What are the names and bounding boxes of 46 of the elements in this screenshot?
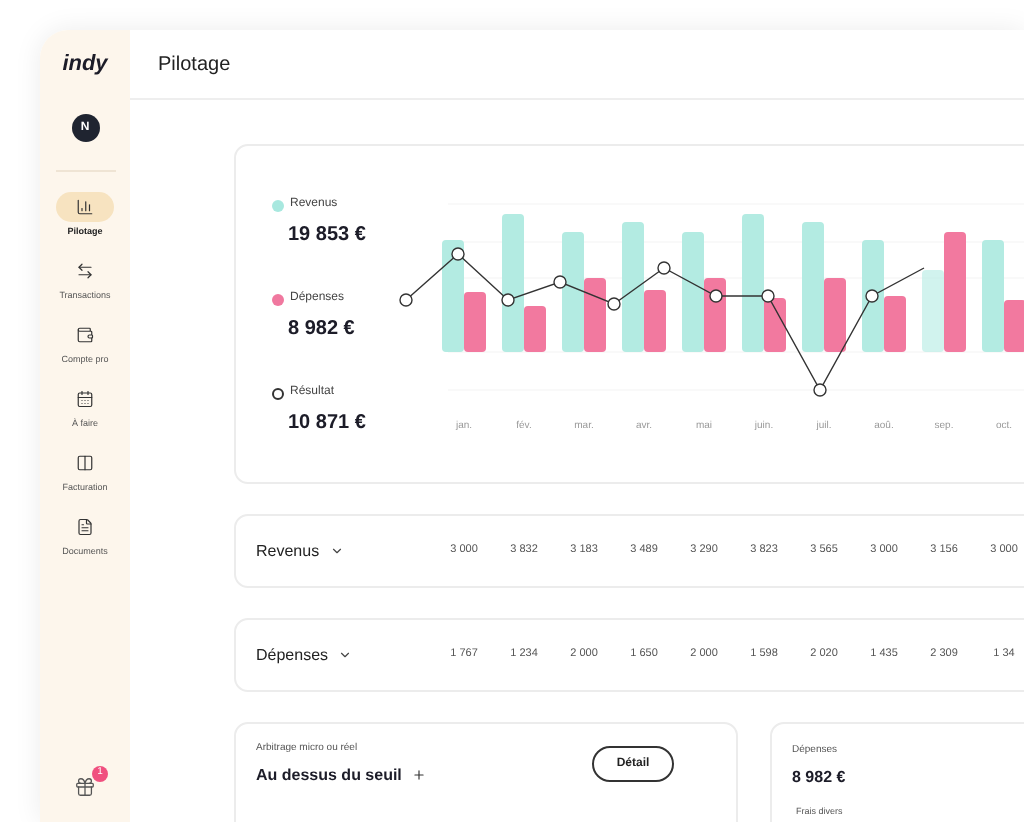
expense-bar [704,278,726,352]
nav-icon [76,262,94,280]
legend-value: 19 853 € [288,222,368,250]
expense-bar [644,290,666,352]
row-label: Dépenses [256,643,329,667]
nav-icon [76,390,94,408]
result-point [761,289,775,303]
expense-bar [1004,300,1024,352]
expense-bar [584,278,606,352]
result-point [865,289,879,303]
expense-bar [944,232,966,352]
revenue-bar [862,240,884,352]
chevron-down-icon[interactable] [329,544,344,558]
chevron-down-icon[interactable] [338,648,353,662]
nav-icon [76,454,94,472]
revenue-bar [982,240,1004,352]
expense-bar [524,306,546,352]
gift-icon[interactable] [74,776,96,798]
revenue-bar [922,270,944,352]
legend-value: 8 982 € [288,316,357,344]
nav-icon [76,326,94,344]
revenue-bar [802,222,824,352]
expense-bar [884,296,906,352]
page-title: Pilotage [158,51,231,79]
revenue-bar [622,222,644,352]
revenue-bar [442,240,464,352]
plus-icon[interactable] [411,768,426,782]
logo: indy [62,50,108,80]
result-point [451,247,465,261]
expense-bar [824,278,846,352]
legend-value: 10 871 € [288,410,368,438]
card-value: Au dessus du seuil [256,763,402,787]
nav-icon [76,518,94,536]
result-point [607,297,621,311]
result-point [399,293,413,307]
revenue-bar [742,214,764,352]
revenue-bar [562,232,584,352]
card-value: 8 982 € [792,765,848,789]
expense-bar [764,298,786,352]
result-point [709,289,723,303]
row-label: Revenus [256,539,320,563]
nav-icon [76,198,94,216]
result-point [501,293,515,307]
revenue-bar [682,232,704,352]
expense-bar [464,292,486,352]
revenue-bar [502,214,524,352]
